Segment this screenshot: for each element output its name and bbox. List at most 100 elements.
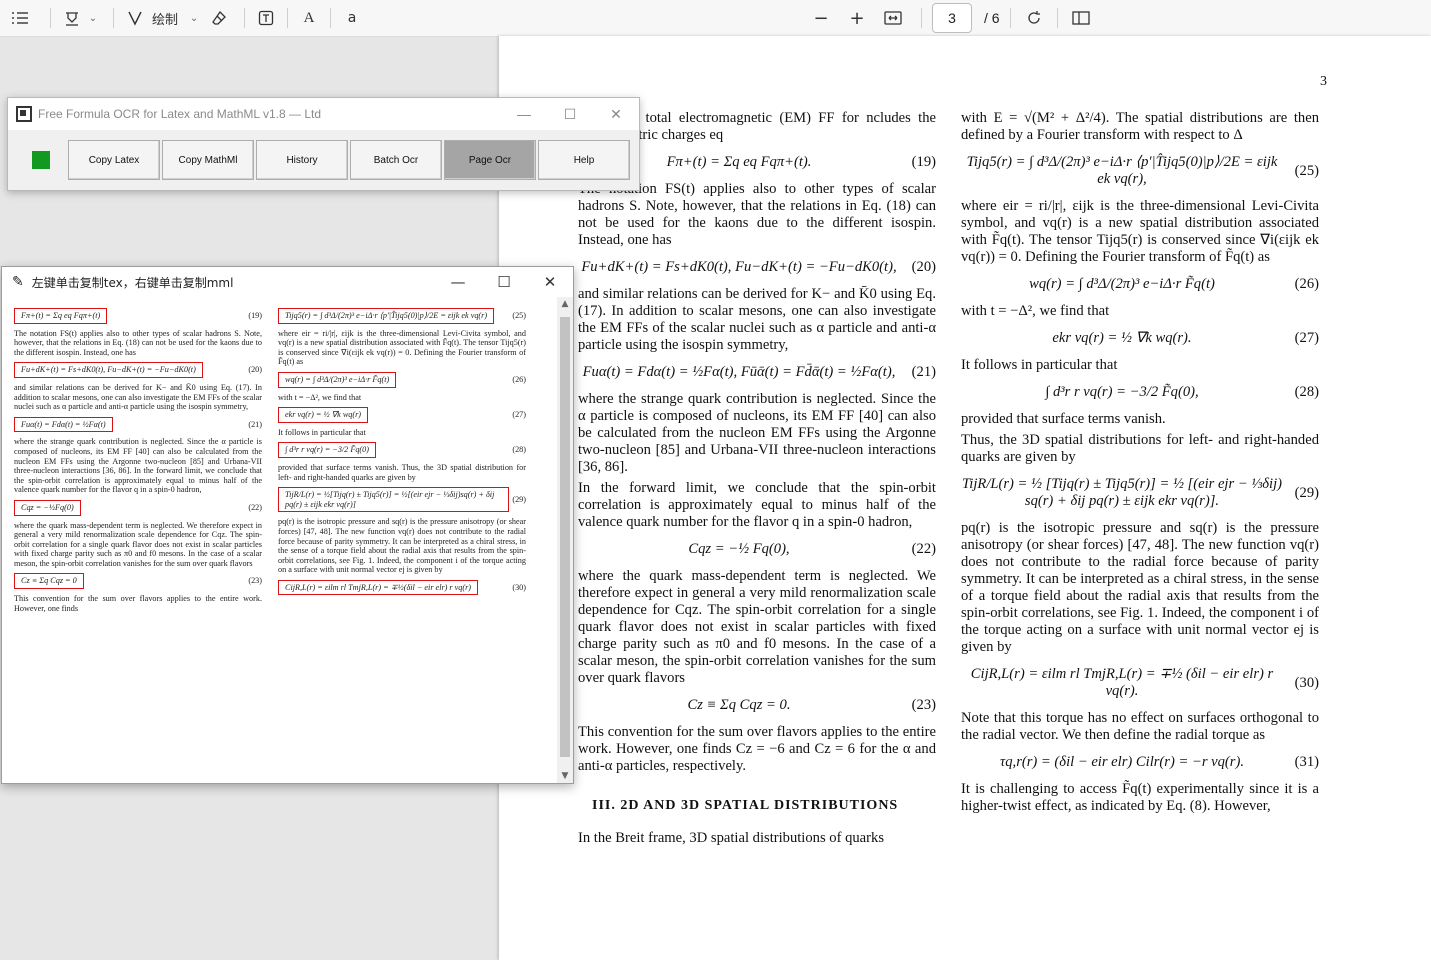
toolbar-divider (921, 8, 923, 28)
equation-row[interactable]: Cqz = −½Fq(0) (22) (14, 499, 262, 516)
copy-mathml-button[interactable]: Copy MathMl (162, 140, 254, 180)
formula-box[interactable]: wq(r) = ∫ d³Δ/(2π)³ e−iΔ·r F̃q(t) (278, 371, 397, 388)
formula-box[interactable]: Fuα(t) = Fdα(t) = ½Fα(t) (14, 416, 113, 433)
formula-box[interactable]: Tijq5(r) = ∫ d³Δ/(2π)³ e−iΔ·r ⟨p′|T̂ijq5… (278, 308, 495, 324)
translate-icon[interactable]: a (341, 4, 363, 32)
equation-row: ∫ d³r r vq(r) = −3/2 F̃q(0), (28) (961, 384, 1319, 401)
formula-preview-window: ✎ 左键单击复制tex，右键单击复制mml — ☐ ✕ Fπ+(t) = Σq … (1, 266, 574, 784)
minimize-icon[interactable]: — (501, 106, 547, 122)
equation-number: (26) (1294, 276, 1319, 292)
equation: ∫ d³r r vq(r) = −3/2 F̃q(0), (1045, 384, 1199, 400)
preview-left-column: Fπ+(t) = Σq eq Fqπ+(t) (19) The notation F… (14, 303, 262, 615)
equation: Cqz = −½ Fq(0), (688, 541, 790, 557)
scroll-down-icon[interactable]: ▼ (557, 771, 573, 781)
toolbar-divider (113, 8, 114, 28)
table-of-contents-icon[interactable] (0, 4, 40, 32)
equation-row: Cz ≡ Σq Cqz = 0. (23) (578, 697, 937, 714)
maximize-icon[interactable]: ☐ (547, 106, 593, 123)
feather-pen-icon: ✎ (12, 274, 24, 290)
equation: τq,r(r) = (δil − eir elr) Cilr(r) = −r v… (1000, 754, 1244, 770)
equation-row[interactable]: TijR/L(r) = ½[Tijq(r) ± Tijq5(r)] = ½[(e… (278, 487, 526, 513)
formula-box[interactable]: ∫ d³r r vq(r) = −3/2 F̃q(0) (278, 442, 376, 458)
equation-row[interactable]: Fuα(t) = Fdα(t) = ½Fα(t) (21) (14, 416, 262, 433)
copy-latex-button[interactable]: Copy Latex (68, 140, 160, 180)
page-view-icon[interactable] (1068, 4, 1094, 32)
app-icon (16, 106, 32, 122)
paragraph: The notation FS(t) applies also to other… (14, 328, 262, 357)
preview-right-column: Tijq5(r) = ∫ d³Δ/(2π)³ e−iΔ·r ⟨p′|T̂ijq5… (278, 303, 526, 600)
preview-title-bar: ✎ 左键单击复制tex，右键单击复制mml — ☐ ✕ (2, 267, 573, 297)
formula-box[interactable]: Cqz = −½Fq(0) (14, 499, 81, 516)
paragraph: with t = −Δ², we find that (961, 303, 1110, 319)
close-icon[interactable]: ✕ (527, 273, 573, 291)
close-icon[interactable]: ✕ (593, 106, 639, 123)
equation-row[interactable]: Cz ≡ Σq Cqz = 0 (23) (14, 573, 262, 590)
equation-number: (28) (1294, 384, 1319, 400)
toolbar-divider (330, 8, 332, 28)
formula-box[interactable]: Fπ+(t) = Σq eq Fqπ+(t) (14, 308, 108, 324)
paragraph: In the forward limit, we conclude that t… (578, 480, 936, 530)
paragraph: where the quark mass-dependent term is n… (14, 520, 262, 568)
maximize-icon[interactable]: ☐ (481, 273, 527, 291)
paragraph: provided that surface terms vanish. Thus… (278, 462, 526, 482)
fit-width-icon[interactable] (875, 4, 911, 32)
equation-number: (25) (1294, 162, 1319, 179)
preview-scrollbar[interactable]: ▲ ▼ (557, 297, 573, 783)
scroll-up-icon[interactable]: ▲ (557, 299, 573, 309)
draw-label[interactable]: 绘制 (146, 4, 184, 32)
page-number-input[interactable]: 3 (932, 3, 973, 33)
history-button[interactable]: History (256, 140, 348, 180)
paragraph: This convention for the sum over flavors… (578, 724, 936, 774)
draw-icon[interactable] (124, 4, 146, 32)
eraser-icon[interactable] (204, 4, 234, 32)
equation-number: (22) (911, 541, 936, 557)
page-total: / 6 (984, 10, 1000, 26)
formula-box[interactable]: CijR,L(r) = εilm rl TmjR,L(r) = ∓½(δil −… (278, 579, 479, 596)
equation-number: (21) (248, 419, 262, 429)
textbox-icon[interactable] (255, 4, 277, 32)
toolbar-divider (244, 8, 246, 28)
equation-number: (27) (1294, 330, 1319, 346)
help-button[interactable]: Help (538, 140, 630, 180)
equation-number: (30) (1294, 674, 1319, 691)
paragraph: where the quark mass-dependent term is n… (578, 568, 936, 686)
chevron-down-icon[interactable]: ⌄ (83, 4, 103, 32)
pdf-right-column: with E = √(M² + Δ²/4). The spatial distr… (961, 110, 1319, 819)
toolbar-divider (50, 8, 51, 28)
equation-row[interactable]: Fu+dK+(t) = Fs+dK0(t), Fu−dK+(t) = −Fu−d… (14, 362, 262, 378)
equation: CijR,L(r) = εilm rl TmjR,L(r) = ∓½ (δil … (970, 666, 1274, 699)
read-aloud-icon[interactable]: A (298, 4, 320, 32)
paragraph: where the strange quark contribution is … (14, 437, 262, 495)
equation-row[interactable]: Fπ+(t) = Σq eq Fqπ+(t) (19) (14, 308, 262, 324)
page-ocr-button[interactable]: Page Ocr (444, 140, 536, 180)
batch-ocr-button[interactable]: Batch Ocr (350, 140, 442, 180)
ocr-window-title: Free Formula OCR for Latex and MathML v1… (38, 107, 322, 121)
formula-box[interactable]: TijR/L(r) = ½[Tijq(r) ± Tijq5(r)] = ½[(e… (278, 487, 510, 513)
equation-row[interactable]: ekr vq(r) = ½ ∇k wq(r) (27) (278, 407, 526, 423)
equation-row[interactable]: wq(r) = ∫ d³Δ/(2π)³ e−iΔ·r F̃q(t) (26) (278, 371, 526, 388)
zoom-in-icon[interactable]: + (839, 4, 875, 32)
equation-row[interactable]: ∫ d³r r vq(r) = −3/2 F̃q(0) (28) (278, 442, 526, 458)
toolbar-divider (1009, 8, 1011, 28)
equation-row: TijR/L(r) = ½ [Tijq(r) ± Tijq5(r)] = ½ [… (961, 476, 1319, 510)
formula-box[interactable]: Fu+dK+(t) = Fs+dK0(t), Fu−dK+(t) = −Fu−d… (14, 362, 203, 378)
chevron-down-icon[interactable]: ⌄ (184, 4, 204, 32)
paragraph: The notation FS(t) applies also to other… (578, 181, 936, 248)
equation: Fuα(t) = Fdα(t) = ½Fα(t), Fūᾱ(t) = Fd̄ᾱ(… (582, 364, 896, 380)
equation-number: (25) (512, 311, 526, 320)
equation-number: (31) (1294, 754, 1319, 770)
equation-row[interactable]: CijR,L(r) = εilm rl TmjR,L(r) = ∓½(δil −… (278, 579, 526, 596)
ocr-title-bar: Free Formula OCR for Latex and MathML v1… (8, 98, 639, 130)
formula-box[interactable]: Cz ≡ Σq Cqz = 0 (14, 573, 84, 590)
formula-box[interactable]: ekr vq(r) = ½ ∇k wq(r) (278, 407, 369, 423)
paragraph: It follows in particular that (961, 357, 1118, 373)
rotate-icon[interactable] (1021, 4, 1047, 32)
highlight-icon[interactable] (61, 4, 83, 32)
equation-number: (29) (1294, 484, 1319, 501)
minimize-icon[interactable]: — (435, 273, 481, 291)
zoom-out-icon[interactable]: − (803, 4, 839, 32)
paragraph: provided that surface terms vanish. (961, 411, 1166, 427)
scroll-thumb[interactable] (560, 317, 570, 757)
paragraph: In the Breit frame, 3D spatial distribut… (578, 830, 884, 846)
equation-row[interactable]: Tijq5(r) = ∫ d³Δ/(2π)³ e−iΔ·r ⟨p′|T̂ijq5… (278, 308, 526, 324)
